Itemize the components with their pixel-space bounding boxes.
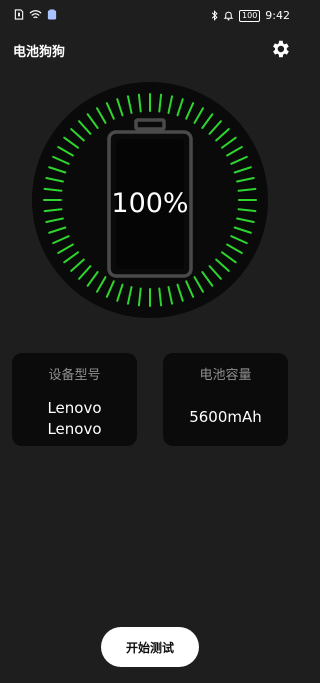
battery-capacity-card: 电池容量 5600mAh <box>163 353 288 446</box>
app-title: 电池狗狗 <box>13 45 66 60</box>
status-time: 9:42 <box>265 9 290 22</box>
battery-capacity-value: 5600mAh <box>189 408 262 426</box>
battery-icon: 100 <box>239 9 261 22</box>
battery-gauge: 100% <box>32 82 268 318</box>
status-bar: 100 9:42 <box>0 0 300 32</box>
alarm-icon <box>223 11 234 21</box>
device-model-value-brand: Lenovo <box>47 399 102 417</box>
bluetooth-icon <box>211 10 218 21</box>
device-model-card: 设备型号 Lenovo Lenovo <box>12 353 137 446</box>
status-right-icons: 100 9:42 <box>211 9 290 22</box>
device-model-label: 设备型号 <box>48 368 101 383</box>
status-left-icons <box>14 9 57 20</box>
wifi-icon <box>29 10 42 19</box>
start-test-button[interactable]: 开始测试 <box>101 627 199 667</box>
gear-icon[interactable] <box>269 38 291 60</box>
battery-capacity-label: 电池容量 <box>199 368 252 383</box>
notification-icon <box>47 9 57 20</box>
app-header: 电池狗狗 <box>0 36 300 64</box>
battery-percent: 100% <box>111 188 188 219</box>
sim-icon <box>14 9 24 20</box>
device-model-value-model: Lenovo <box>47 420 102 438</box>
